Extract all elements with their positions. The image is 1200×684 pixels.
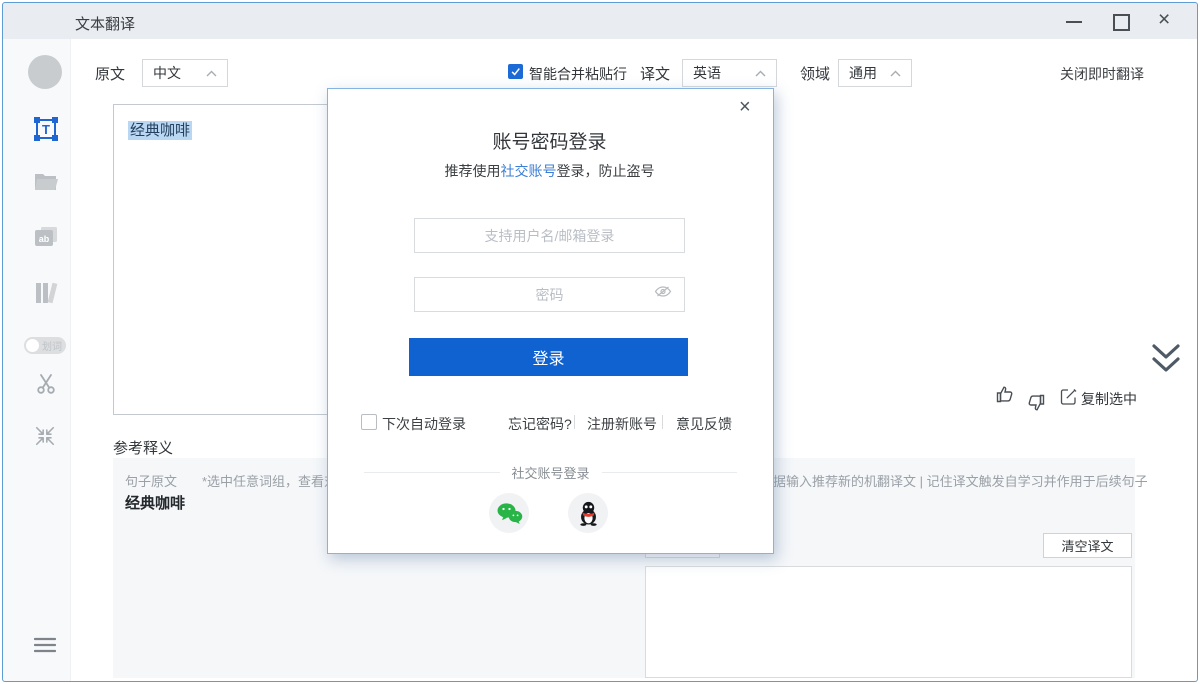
modal-title: 账号密码登录 [328, 127, 771, 154]
translator-app-window: 文本翻译 × T ab [0, 0, 1200, 684]
link-divider [574, 415, 575, 429]
chevron-up-icon [755, 70, 766, 77]
expand-more-icon[interactable] [1148, 340, 1184, 383]
selected-source-text[interactable]: 经典咖啡 [128, 121, 192, 140]
chevron-up-icon [890, 70, 901, 77]
toggle-label: 划词 [42, 338, 62, 353]
target-lang-label: 译文 [640, 63, 670, 84]
word-select-toggle[interactable]: 划词 [24, 337, 66, 354]
divider-line [602, 472, 738, 473]
reference-sentence[interactable]: 经典咖啡 [125, 492, 185, 513]
maximize-button[interactable] [1113, 14, 1130, 31]
clear-translation-button[interactable]: 清空译文 [1043, 533, 1132, 558]
merge-paste-checkbox[interactable] [508, 64, 523, 79]
target-lang-dropdown[interactable]: 英语 [682, 59, 777, 87]
reference-hint-right: 据输入推荐新的机翻译文 | 记住译文触发自学习并作用于后续句子 [773, 471, 1148, 490]
reference-hint-left: *选中任意词组，查看对 [202, 471, 337, 490]
source-lang-value: 中文 [153, 63, 181, 83]
menu-icon[interactable] [34, 636, 56, 659]
toggle-knob [26, 339, 39, 352]
avatar[interactable] [28, 55, 62, 89]
login-button[interactable]: 登录 [409, 338, 688, 376]
window-close-button[interactable]: × [1158, 9, 1170, 30]
domain-value: 通用 [849, 63, 877, 83]
wechat-login-icon[interactable] [489, 493, 529, 533]
login-modal: × 账号密码登录 推荐使用社交账号登录，防止盗号 登录 下次自动登录 忘记密码?… [327, 88, 774, 554]
link-divider [662, 415, 663, 429]
username-input[interactable] [414, 218, 685, 253]
target-lang-value: 英语 [693, 63, 721, 83]
modal-subtitle: 推荐使用社交账号登录，防止盗号 [328, 161, 771, 181]
domain-label: 领域 [800, 63, 830, 84]
social-login-divider: 社交账号登录 [364, 463, 737, 482]
auto-login-checkbox[interactable] [361, 414, 377, 430]
svg-text:T: T [42, 122, 50, 137]
instant-translate-toggle-link[interactable]: 关闭即时翻译 [1060, 64, 1144, 84]
thumbs-down-icon[interactable] [1026, 388, 1046, 413]
subtitle-prefix: 推荐使用 [445, 163, 501, 179]
domain-dropdown[interactable]: 通用 [838, 59, 912, 87]
check-icon [510, 66, 521, 77]
title-bar[interactable] [3, 3, 1197, 39]
source-lang-dropdown[interactable]: 中文 [142, 59, 228, 87]
subtitle-suffix: 登录，防止盗号 [557, 163, 655, 179]
collapse-icon[interactable] [34, 424, 56, 453]
qq-login-icon[interactable] [568, 493, 608, 533]
window-title: 文本翻译 [75, 13, 135, 34]
social-login-label: 社交账号登录 [500, 463, 602, 482]
text-translate-tool-icon[interactable]: T [33, 116, 59, 147]
modal-close-icon[interactable]: × [739, 97, 751, 117]
reference-title: 参考释义 [113, 437, 173, 458]
show-password-eye-icon[interactable] [654, 285, 672, 303]
feedback-link[interactable]: 意见反馈 [676, 414, 732, 434]
svg-text:ab: ab [39, 234, 50, 244]
chevron-up-icon [206, 70, 217, 77]
register-link[interactable]: 注册新账号 [587, 414, 657, 434]
divider-line [364, 472, 500, 473]
minimize-button[interactable] [1066, 21, 1082, 23]
merge-paste-label[interactable]: 智能合并粘贴行 [529, 64, 627, 84]
auto-login-label[interactable]: 下次自动登录 [382, 414, 466, 434]
library-icon[interactable] [34, 281, 58, 310]
dictionary-icon[interactable]: ab [34, 226, 58, 253]
thumbs-up-icon[interactable] [995, 384, 1015, 409]
scissors-icon[interactable] [34, 372, 58, 401]
reference-column-label: 句子原文 [125, 471, 177, 490]
source-lang-label: 原文 [95, 63, 125, 84]
translation-edit-box[interactable] [645, 566, 1132, 678]
folder-icon[interactable] [34, 172, 58, 197]
social-account-link[interactable]: 社交账号 [501, 163, 557, 179]
password-input[interactable] [414, 277, 685, 312]
forgot-password-link[interactable]: 忘记密码? [508, 414, 572, 434]
copy-selected-button[interactable]: 复制选中 [1081, 389, 1137, 409]
copy-edit-icon[interactable] [1060, 388, 1077, 410]
